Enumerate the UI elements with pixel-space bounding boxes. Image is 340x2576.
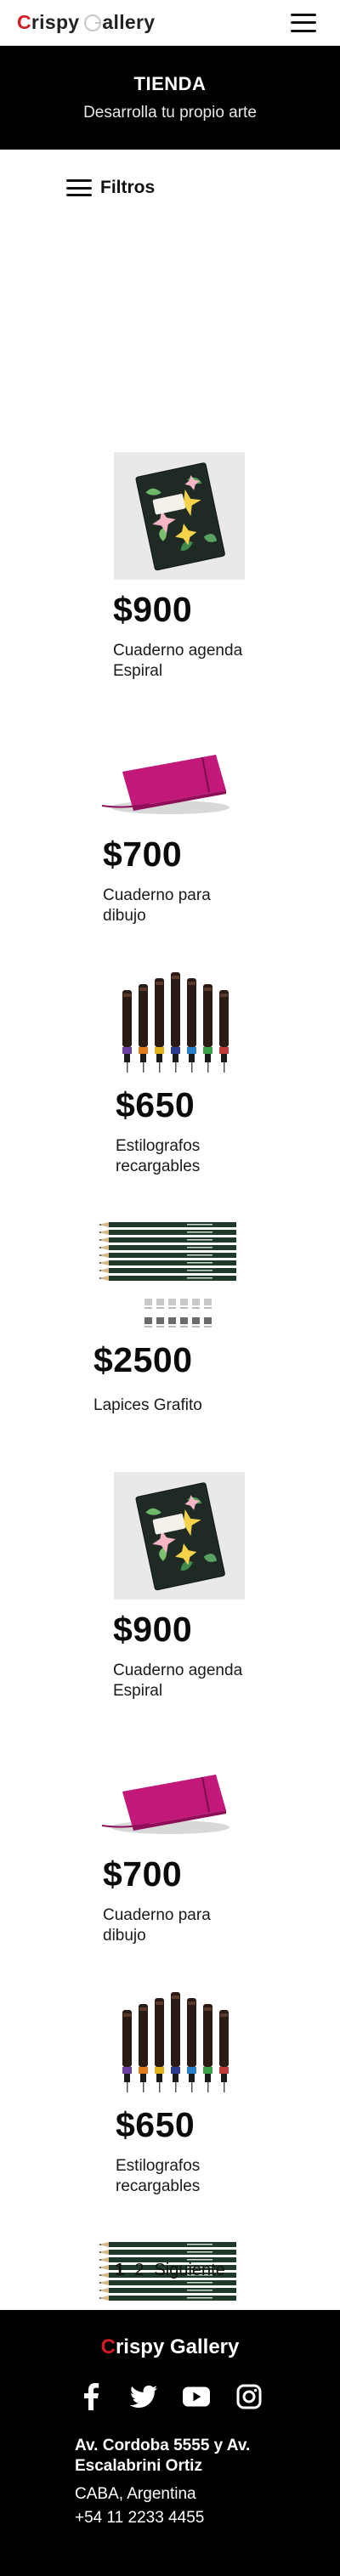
product-image[interactable] (99, 1761, 235, 1842)
product-card[interactable]: $700 Cuaderno para dibujo (0, 707, 340, 962)
product-card[interactable]: $2500 Lapices Grafito (0, 1217, 340, 1472)
facebook-icon[interactable] (77, 2383, 105, 2410)
product-price: $2500 (94, 1340, 193, 1379)
product-card[interactable]: $700 Cuaderno para dibujo (0, 1727, 340, 1982)
logo-word1: rispy (31, 11, 80, 33)
footer-address: Av. Cordoba 5555 y Av. Escalabrini Ortiz (75, 2437, 251, 2475)
page-subtitle: Desarrolla tu propio arte (83, 104, 257, 122)
product-name[interactable]: Lapices Grafito (94, 1396, 238, 1416)
product-name[interactable]: Cuaderno agenda Espiral (113, 641, 258, 682)
footer-logo-rest: rispy Gallery (115, 2335, 240, 2358)
site-logo[interactable]: C rispy allery (17, 11, 155, 34)
pagination: 1 2 Siguiente (0, 2261, 340, 2280)
product-image[interactable] (110, 962, 238, 1085)
product-price: $700 (103, 1854, 183, 1894)
page-title: TIENDA (133, 73, 207, 94)
product-image[interactable] (110, 1982, 238, 2105)
footer-logo-first-letter: C (100, 2335, 116, 2358)
product-card[interactable]: $900 Cuaderno agenda Espiral (0, 1472, 340, 1727)
product-price: $700 (103, 835, 183, 874)
product-name[interactable]: Estilografos recargables (116, 2156, 260, 2197)
site-footer: Crispy Gallery Av. Cordoba 5555 y Av. Es… (0, 2310, 340, 2576)
page: C rispy allery TIENDA Desarrolla tu prop… (0, 0, 340, 2576)
filter-list-icon (66, 179, 92, 196)
hero-banner: TIENDA Desarrolla tu propio arte (0, 46, 340, 150)
product-name[interactable]: Cuaderno agenda Espiral (113, 1661, 258, 1701)
twitter-icon[interactable] (130, 2383, 157, 2410)
footer-phone: +54 11 2233 4455 (75, 2509, 205, 2527)
footer-city: CABA, Argentina (75, 2485, 196, 2503)
product-price: $900 (113, 590, 193, 629)
logo-g-mark (84, 14, 102, 31)
product-image[interactable] (114, 1472, 245, 1604)
product-card[interactable]: $900 Cuaderno agenda Espiral (0, 452, 340, 707)
product-image[interactable] (94, 1217, 246, 1340)
logo-first-letter: C (17, 11, 31, 33)
footer-logo[interactable]: Crispy Gallery (0, 2335, 340, 2359)
next-page-link[interactable]: Siguiente (154, 2261, 224, 2280)
product-name[interactable]: Cuaderno para dibujo (103, 886, 247, 926)
filters-toggle[interactable]: Filtros (0, 150, 340, 226)
product-card[interactable]: $650 Estilografos recargables (0, 1982, 340, 2237)
product-price: $650 (116, 1085, 196, 1124)
hamburger-menu-icon[interactable] (291, 13, 316, 32)
filters-label: Filtros (100, 178, 156, 197)
youtube-icon[interactable] (183, 2383, 210, 2410)
logo-word2: allery (102, 11, 156, 33)
product-image[interactable] (114, 452, 245, 584)
instagram-icon[interactable] (235, 2383, 263, 2410)
product-price: $900 (113, 1610, 193, 1649)
product-name[interactable]: Estilografos recargables (116, 1136, 260, 1177)
product-image[interactable] (99, 741, 235, 822)
product-card[interactable]: $650 Estilografos recargables (0, 962, 340, 1217)
social-links (0, 2383, 340, 2410)
page-1-link[interactable]: 1 (115, 2261, 124, 2280)
product-name[interactable]: Cuaderno para dibujo (103, 1905, 247, 1946)
product-price: $650 (116, 2105, 196, 2144)
site-header: C rispy allery (0, 0, 340, 46)
page-2-link[interactable]: 2 (134, 2261, 144, 2280)
